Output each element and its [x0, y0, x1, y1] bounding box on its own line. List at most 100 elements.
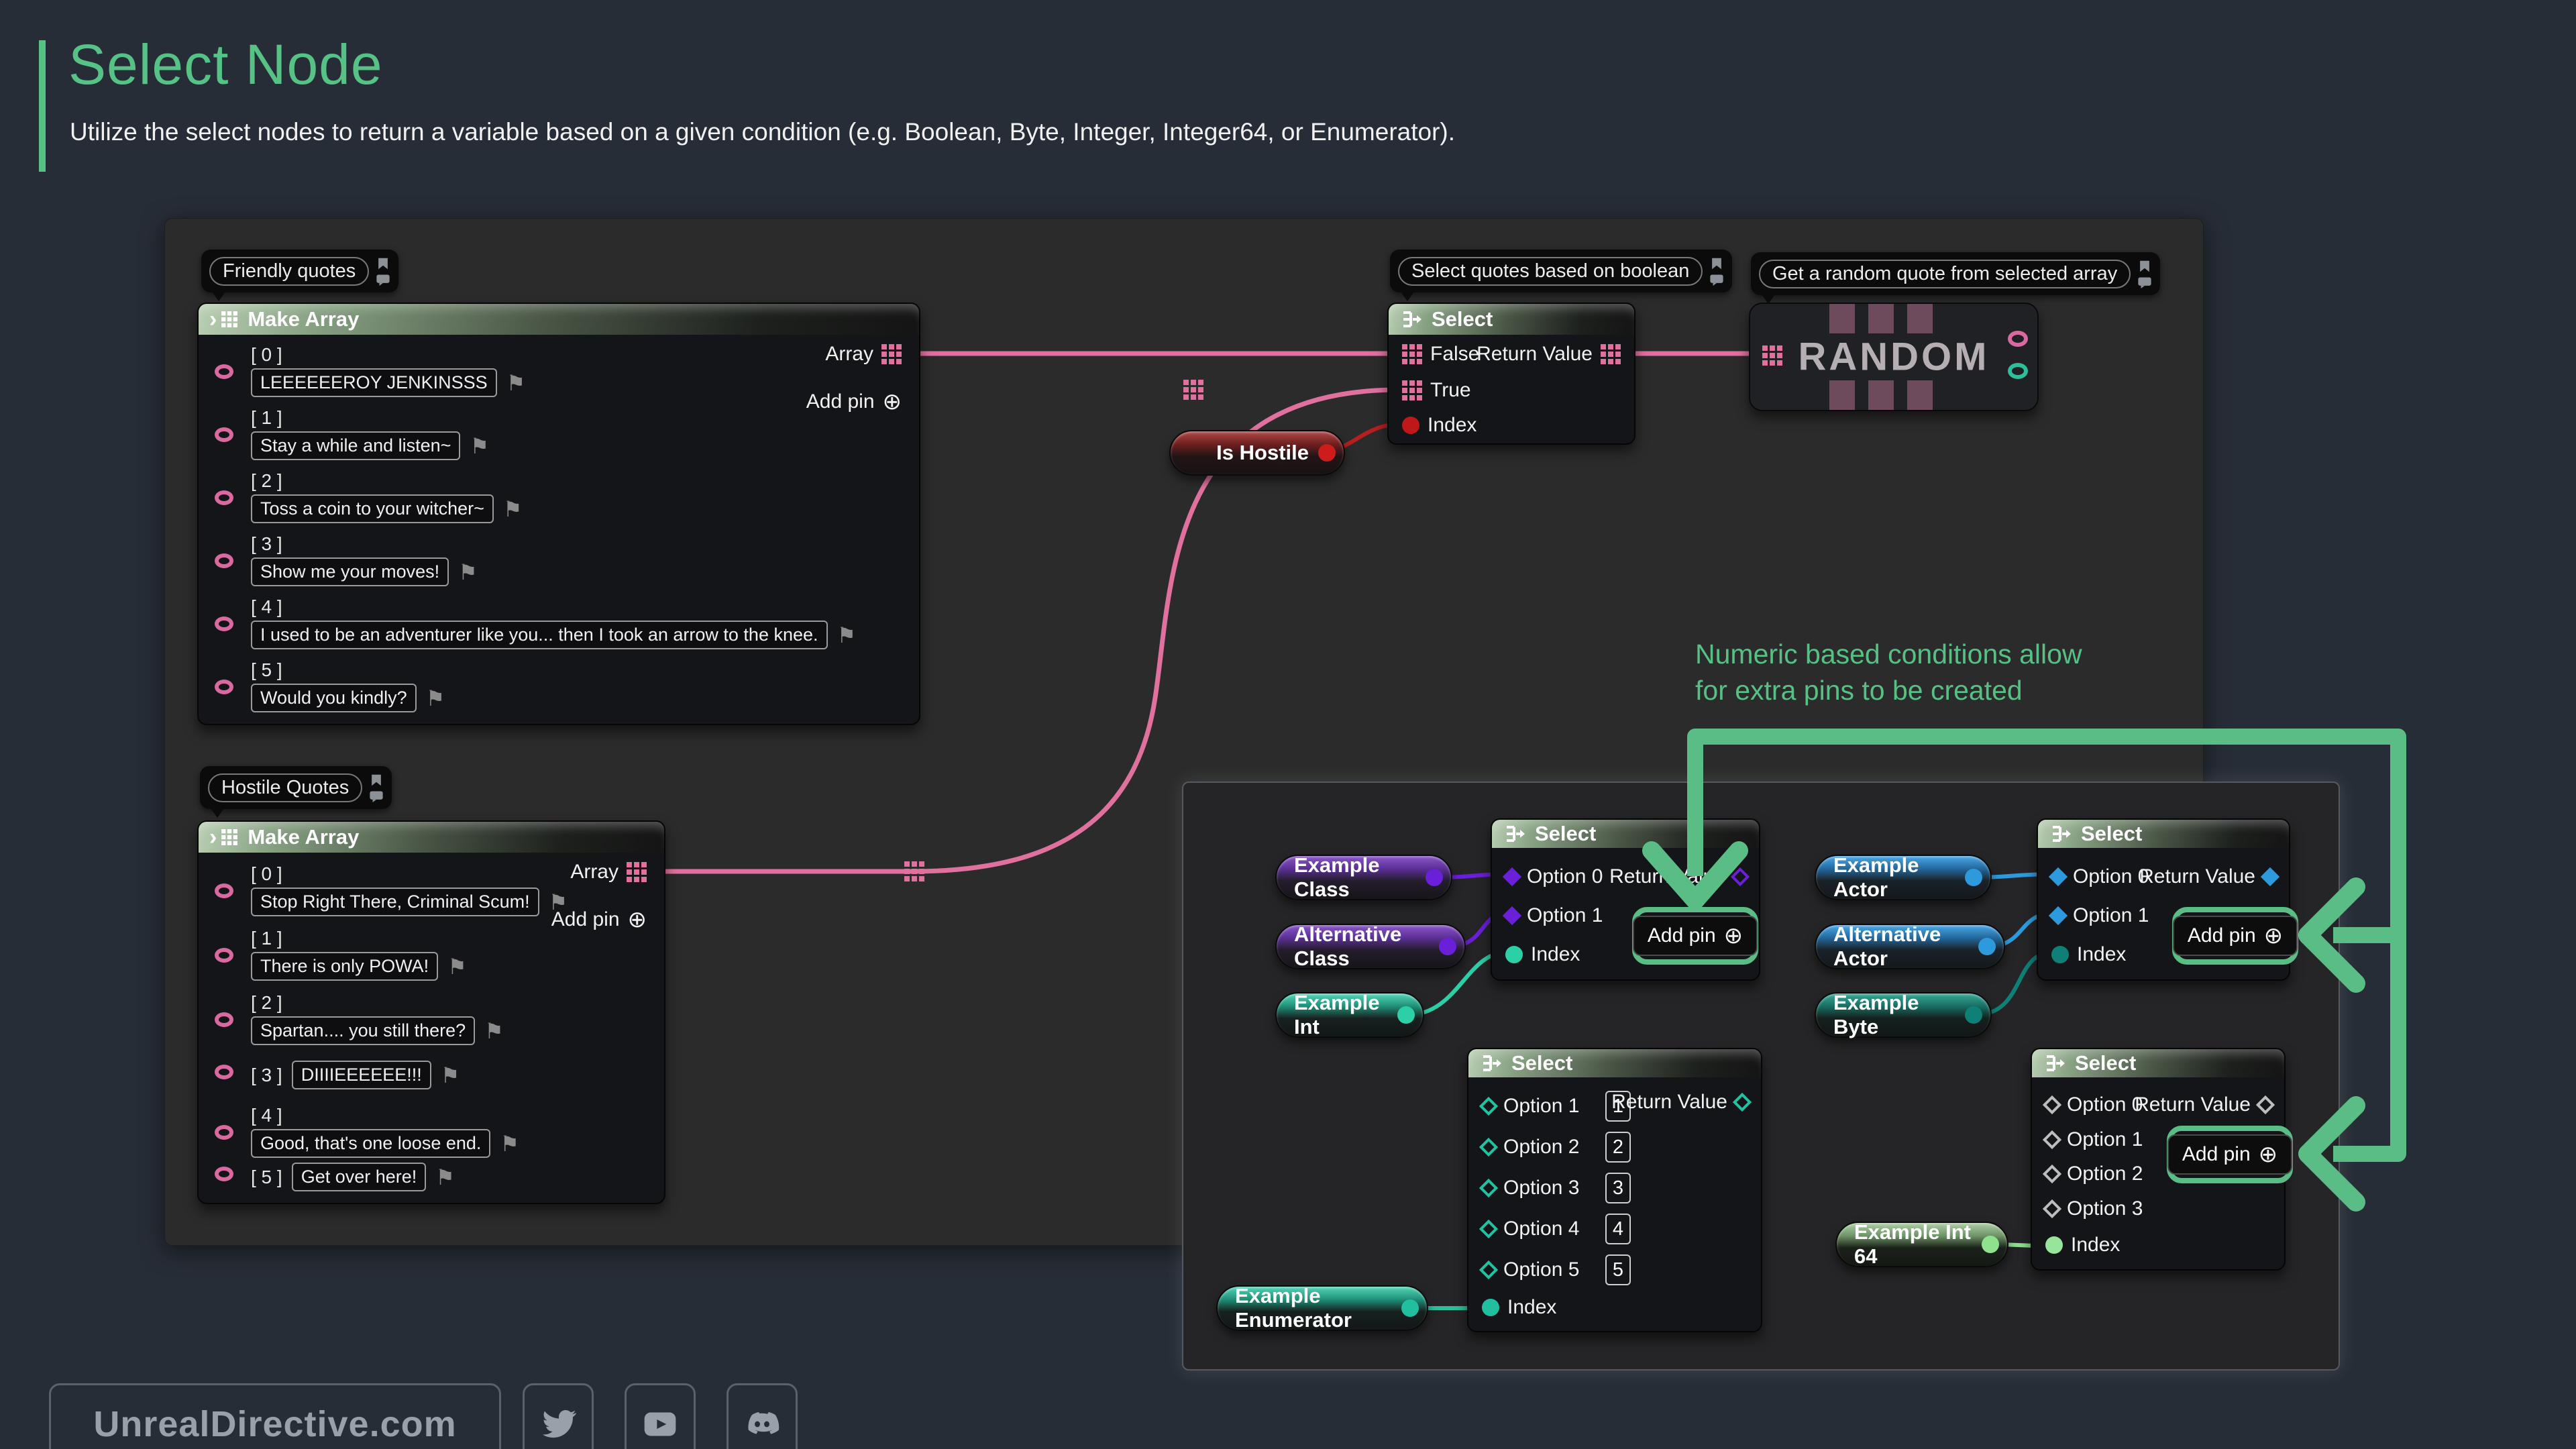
pin-index[interactable]: Index	[1505, 943, 1580, 966]
comment-bubble-icon[interactable]	[1709, 274, 1724, 286]
object-output-pin[interactable]	[1978, 938, 1996, 955]
string-input[interactable]: I used to be an adventurer like you... t…	[251, 621, 828, 649]
pin-icon[interactable]	[369, 773, 384, 788]
string-input[interactable]: Good, that's one loose end.	[251, 1129, 490, 1158]
object-output-pin[interactable]	[1965, 869, 1982, 886]
array-input-pin[interactable]	[1762, 345, 1782, 366]
pin-option-1[interactable]: Option 1	[1505, 904, 1603, 927]
pin-return-value[interactable]: Return Value	[2135, 1093, 2272, 1116]
pin-option-0[interactable]: Option 0	[1505, 865, 1603, 888]
pin-return-value[interactable]: Return Value	[2139, 865, 2277, 888]
element-pin[interactable]	[215, 490, 233, 505]
pin-icon[interactable]	[2137, 259, 2152, 274]
pin-false[interactable]: False	[1402, 343, 1479, 366]
comment-hostile-quotes[interactable]: Hostile Quotes	[200, 766, 392, 809]
variable-is-hostile[interactable]: Is Hostile	[1169, 430, 1345, 476]
pin-return-value[interactable]: Return Value	[1477, 343, 1621, 366]
pin-option-2[interactable]: Option 2 2	[1482, 1132, 1631, 1163]
comment-bubble-icon[interactable]	[2137, 276, 2152, 288]
make-array-node-hostile[interactable]: › Make Array Array Add pin ⊕ [ 0 ] Stop …	[197, 820, 665, 1204]
pin-option-1[interactable]: Option 1	[2045, 1128, 2143, 1151]
option-value-input[interactable]: 4	[1605, 1214, 1631, 1244]
element-pin[interactable]	[215, 1065, 233, 1079]
pin-icon[interactable]	[376, 256, 390, 271]
add-pin-button[interactable]: Add pin ⊕	[1633, 916, 1758, 956]
add-pin-button[interactable]: Add pin ⊕	[2167, 1134, 2292, 1175]
element-pin[interactable]	[215, 364, 233, 379]
variable-alternative-class[interactable]: Alternative Class	[1275, 924, 1466, 969]
string-input[interactable]: Stay a while and listen~	[251, 431, 460, 460]
string-input[interactable]: LEEEEEEROY JENKINSSS	[251, 368, 497, 397]
string-input[interactable]: There is only POWA!	[251, 952, 438, 981]
string-input[interactable]: Show me your moves!	[251, 557, 449, 586]
make-array-node-friendly[interactable]: › Make Array Array Add pin ⊕ [ 0 ] LEEEE…	[197, 303, 920, 725]
reroute-node-icon[interactable]	[904, 861, 924, 881]
comment-bubble-icon[interactable]	[369, 790, 384, 802]
pin-option-0[interactable]: Option 0	[2045, 1093, 2143, 1116]
element-pin[interactable]	[215, 680, 233, 694]
element-pin[interactable]	[215, 616, 233, 631]
pin-option-3[interactable]: Option 3 3	[1482, 1173, 1631, 1203]
string-input[interactable]: Toss a coin to your witcher~	[251, 494, 494, 523]
bool-output-pin[interactable]	[1318, 444, 1336, 462]
variable-example-class[interactable]: Example Class	[1275, 855, 1452, 900]
comment-bubble-icon[interactable]	[376, 274, 390, 286]
element-pin[interactable]	[215, 427, 233, 442]
element-pin[interactable]	[215, 883, 233, 898]
add-pin-button[interactable]: Add pin ⊕	[2173, 916, 2298, 956]
string-input[interactable]: Stop Right There, Criminal Scum!	[251, 888, 539, 916]
class-output-pin[interactable]	[1426, 869, 1443, 886]
option-value-input[interactable]: 2	[1605, 1132, 1631, 1163]
item-output-pin[interactable]	[2008, 331, 2028, 347]
pin-option-3[interactable]: Option 3	[2045, 1197, 2143, 1220]
pin-option-0[interactable]: Option 0	[2051, 865, 2149, 888]
discord-link[interactable]	[727, 1383, 798, 1449]
variable-example-enumerator[interactable]: Example Enumerator	[1216, 1285, 1428, 1331]
element-pin[interactable]	[215, 1012, 233, 1027]
twitter-link[interactable]	[523, 1383, 594, 1449]
variable-example-actor[interactable]: Example Actor	[1815, 855, 1992, 900]
class-output-pin[interactable]	[1439, 938, 1456, 955]
enum-output-pin[interactable]	[1401, 1299, 1419, 1317]
reroute-node-icon[interactable]	[1183, 380, 1203, 400]
option-value-input[interactable]: 5	[1605, 1254, 1631, 1285]
pin-true[interactable]: True	[1402, 379, 1471, 402]
variable-example-int64[interactable]: Example Int 64	[1835, 1222, 2008, 1267]
pin-index[interactable]: Index	[1402, 414, 1477, 437]
element-pin[interactable]	[215, 1125, 233, 1140]
option-value-input[interactable]: 3	[1605, 1173, 1631, 1203]
comment-friendly-quotes[interactable]: Friendly quotes	[201, 250, 398, 292]
site-link[interactable]: UnrealDirective.com	[49, 1383, 501, 1449]
comment-random-quote[interactable]: Get a random quote from selected array	[1751, 252, 2160, 295]
variable-alternative-actor[interactable]: Alternative Actor	[1815, 924, 2005, 969]
variable-example-byte[interactable]: Example Byte	[1815, 992, 1992, 1038]
string-input[interactable]: Spartan.... you still there?	[251, 1016, 475, 1045]
comment-select-quotes[interactable]: Select quotes based on boolean	[1390, 250, 1732, 292]
select-node-boolean[interactable]: Select False True Index Return Value	[1387, 303, 1635, 445]
pin-option-2[interactable]: Option 2	[2045, 1163, 2143, 1185]
variable-example-int[interactable]: Example Int	[1275, 992, 1424, 1038]
pin-index[interactable]: Index	[2051, 943, 2126, 966]
index-output-pin[interactable]	[2008, 363, 2028, 379]
string-input[interactable]: Would you kindly?	[251, 684, 417, 712]
int64-output-pin[interactable]	[1982, 1236, 1999, 1253]
pin-index[interactable]: Index	[1482, 1296, 1556, 1319]
select-node-enumerator[interactable]: Select Option 1 1 Option 2 2 Option 3 3 …	[1467, 1048, 1762, 1332]
pin-option-5[interactable]: Option 5 5	[1482, 1254, 1631, 1285]
string-input[interactable]: DIIIIEEEEEE!!!	[292, 1061, 431, 1089]
int-output-pin[interactable]	[1397, 1006, 1415, 1024]
youtube-link[interactable]	[625, 1383, 696, 1449]
pin-return-value[interactable]: Return Value	[1609, 865, 1747, 888]
pin-option-1[interactable]: Option 1 1	[1482, 1091, 1631, 1122]
byte-output-pin[interactable]	[1965, 1006, 1982, 1024]
element-pin[interactable]	[215, 1167, 233, 1181]
random-array-item-node[interactable]: RANDOM	[1749, 303, 2039, 411]
pin-option-4[interactable]: Option 4 4	[1482, 1214, 1631, 1244]
pin-icon[interactable]	[1709, 256, 1724, 271]
pin-index[interactable]: Index	[2045, 1234, 2120, 1256]
pin-return-value[interactable]: Return Value	[1611, 1091, 1749, 1114]
pin-option-1[interactable]: Option 1	[2051, 904, 2149, 927]
element-pin[interactable]	[215, 948, 233, 963]
element-pin[interactable]	[215, 553, 233, 568]
string-input[interactable]: Get over here!	[292, 1163, 427, 1191]
